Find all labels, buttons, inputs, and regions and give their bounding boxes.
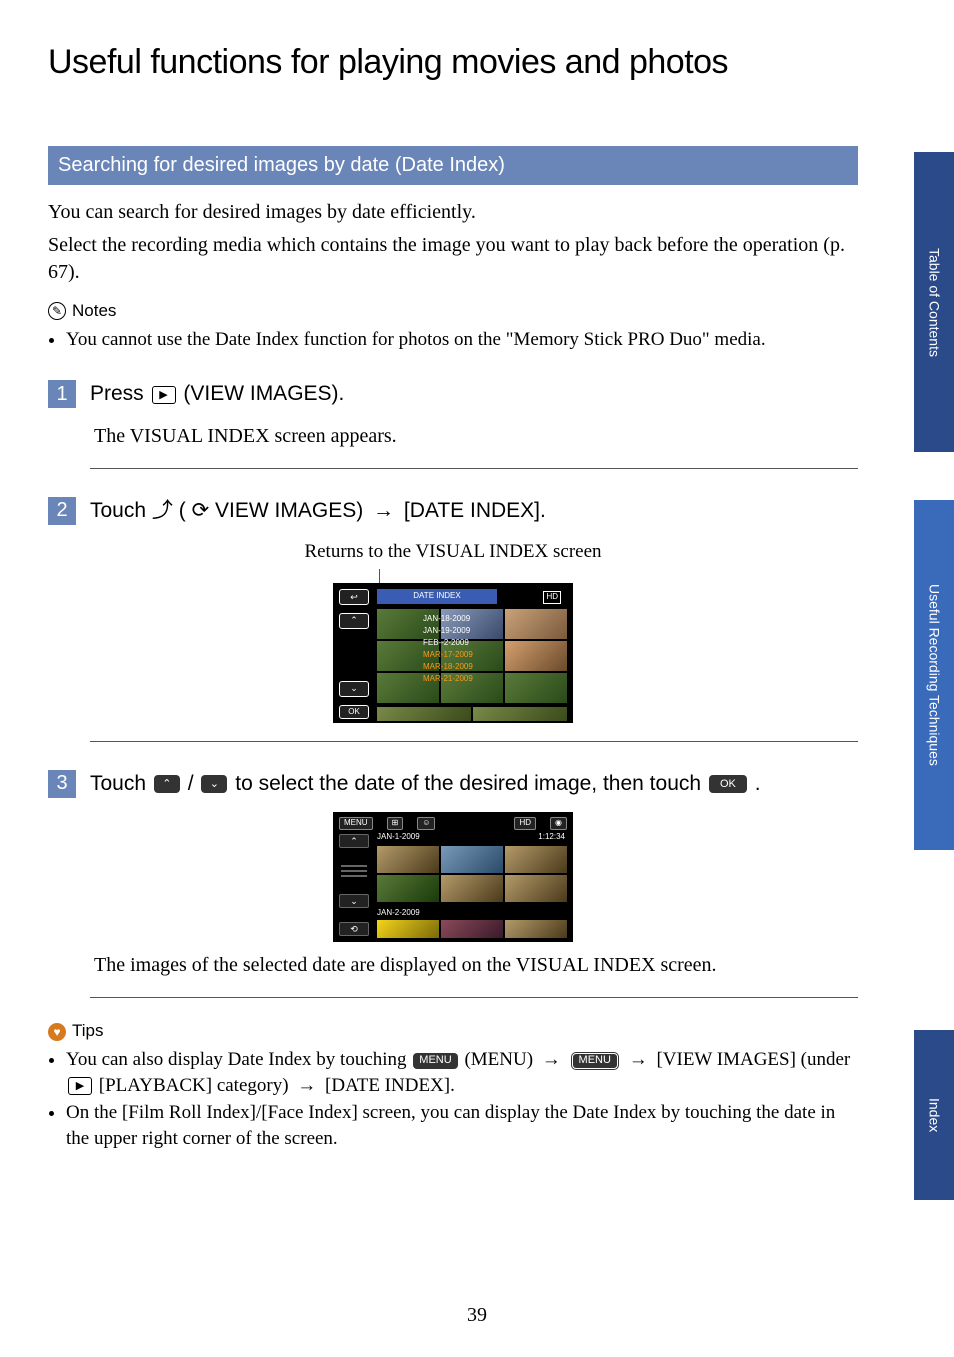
arrow-icon: → bbox=[538, 1049, 565, 1070]
hd-badge: HD bbox=[543, 591, 561, 604]
notes-list: You cannot use the Date Index function f… bbox=[48, 327, 858, 353]
arrow-icon: → bbox=[625, 1049, 652, 1070]
thumbnail bbox=[505, 641, 567, 671]
up-button-icon: ⌃ bbox=[339, 613, 369, 629]
bars-icon bbox=[339, 862, 369, 880]
up-button-icon: ⌃ bbox=[339, 834, 369, 848]
thumbnail bbox=[377, 609, 439, 639]
date-label-2: JAN-2-2009 bbox=[377, 908, 420, 919]
time-label: 1:12:34 bbox=[538, 832, 565, 843]
thumbnail bbox=[505, 609, 567, 639]
mock1-caption: Returns to the VISUAL INDEX screen bbox=[48, 539, 858, 565]
step-3-title: Touch ⌃ / ⌄ to select the date of the de… bbox=[90, 770, 858, 798]
thumbnail bbox=[377, 920, 439, 938]
thumbnail bbox=[377, 846, 439, 873]
tip-item: On the [Film Roll Index]/[Face Index] sc… bbox=[66, 1100, 858, 1151]
step-1-title: Press ▶ (VIEW IMAGES). bbox=[90, 380, 858, 408]
date-index-screenshot: ↩ DATE INDEX HD ⌃ ⌄ OK JAN-18-2009 JAN-1… bbox=[333, 583, 573, 723]
side-tabs: Table of Contents Useful Recording Techn… bbox=[914, 0, 954, 1357]
menu-label: MENU bbox=[339, 817, 373, 830]
arrow-icon: → bbox=[369, 499, 398, 522]
down-button-icon: ⌄ bbox=[339, 681, 369, 697]
notes-label: Notes bbox=[72, 300, 116, 323]
arrow-icon: → bbox=[293, 1075, 320, 1096]
view-images-alt-icon: ⟳ bbox=[192, 499, 210, 522]
step-2: 2 Touch ⤴ ( ⟳ VIEW IMAGES) → [DATE INDEX… bbox=[48, 497, 858, 531]
date-label-1: JAN-1-2009 bbox=[377, 832, 420, 843]
thumbnail bbox=[377, 641, 439, 671]
thumbnail bbox=[505, 673, 567, 703]
step-3-description: The images of the selected date are disp… bbox=[94, 952, 858, 979]
tip-item: You can also display Date Index by touch… bbox=[66, 1047, 858, 1098]
menu-key-icon: MENU bbox=[413, 1053, 457, 1069]
notes-heading: ✎ Notes bbox=[48, 300, 858, 323]
up-key-icon: ⌃ bbox=[154, 775, 180, 793]
ok-key-icon: OK bbox=[709, 775, 747, 793]
step-1-description: The VISUAL INDEX screen appears. bbox=[94, 423, 858, 450]
thumbnail bbox=[377, 673, 439, 703]
thumbnail bbox=[441, 609, 503, 639]
intro-paragraph-2: Select the recording media which contain… bbox=[48, 232, 858, 286]
thumbnail bbox=[505, 846, 567, 873]
tips-icon: ♥ bbox=[48, 1023, 66, 1041]
menu2-key-icon: MENU bbox=[572, 1053, 618, 1069]
step-1: 1 Press ▶ (VIEW IMAGES). bbox=[48, 380, 858, 414]
step-number: 2 bbox=[48, 497, 76, 525]
tab-index[interactable]: Index bbox=[914, 1030, 954, 1200]
section-heading: Searching for desired images by date (Da… bbox=[48, 146, 858, 185]
tips-label: Tips bbox=[72, 1020, 104, 1043]
down-button-icon: ⌄ bbox=[339, 894, 369, 908]
note-item: You cannot use the Date Index function f… bbox=[66, 327, 858, 353]
camera-icon: ◉ bbox=[550, 817, 567, 830]
view-images-icon: ⤴ bbox=[152, 499, 173, 522]
thumbnail bbox=[441, 673, 503, 703]
thumbnail bbox=[505, 875, 567, 902]
play-icon: ▶ bbox=[68, 1077, 92, 1095]
step-number: 1 bbox=[48, 380, 76, 408]
divider bbox=[90, 468, 858, 469]
visual-index-screenshot: MENU ⊞ ☺ HD ◉ JAN-1-2009 1:12:34 ⌃ ⌄ ⟲ J… bbox=[333, 812, 573, 942]
page-title: Useful functions for playing movies and … bbox=[48, 40, 858, 86]
divider bbox=[90, 741, 858, 742]
tips-heading: ♥ Tips bbox=[48, 1020, 858, 1043]
back-button-icon: ↩ bbox=[339, 589, 369, 605]
tab-table-of-contents[interactable]: Table of Contents bbox=[914, 152, 954, 452]
notes-icon: ✎ bbox=[48, 302, 66, 320]
date-index-title: DATE INDEX bbox=[377, 589, 497, 604]
hd-badge: HD bbox=[514, 817, 536, 830]
divider bbox=[90, 997, 858, 998]
step-number: 3 bbox=[48, 770, 76, 798]
film-icon: ⊞ bbox=[387, 817, 404, 830]
thumbnail bbox=[441, 920, 503, 938]
face-icon: ☺ bbox=[417, 817, 435, 830]
play-icon: ▶ bbox=[152, 386, 176, 404]
thumbnail bbox=[441, 846, 503, 873]
down-key-icon: ⌄ bbox=[201, 775, 227, 793]
step-2-title: Touch ⤴ ( ⟳ VIEW IMAGES) → [DATE INDEX]. bbox=[90, 497, 858, 525]
page-number: 39 bbox=[0, 1302, 954, 1329]
thumbnail bbox=[441, 641, 503, 671]
thumbnail bbox=[441, 875, 503, 902]
thumbnail bbox=[505, 920, 567, 938]
tips-list: You can also display Date Index by touch… bbox=[48, 1047, 858, 1152]
ok-button-icon: OK bbox=[339, 705, 369, 719]
step-3: 3 Touch ⌃ / ⌄ to select the date of the … bbox=[48, 770, 858, 804]
intro-paragraph-1: You can search for desired images by dat… bbox=[48, 199, 858, 226]
return-icon: ⟲ bbox=[339, 922, 369, 936]
tab-useful-recording-techniques[interactable]: Useful Recording Techniques bbox=[914, 500, 954, 850]
thumbnail bbox=[377, 875, 439, 902]
